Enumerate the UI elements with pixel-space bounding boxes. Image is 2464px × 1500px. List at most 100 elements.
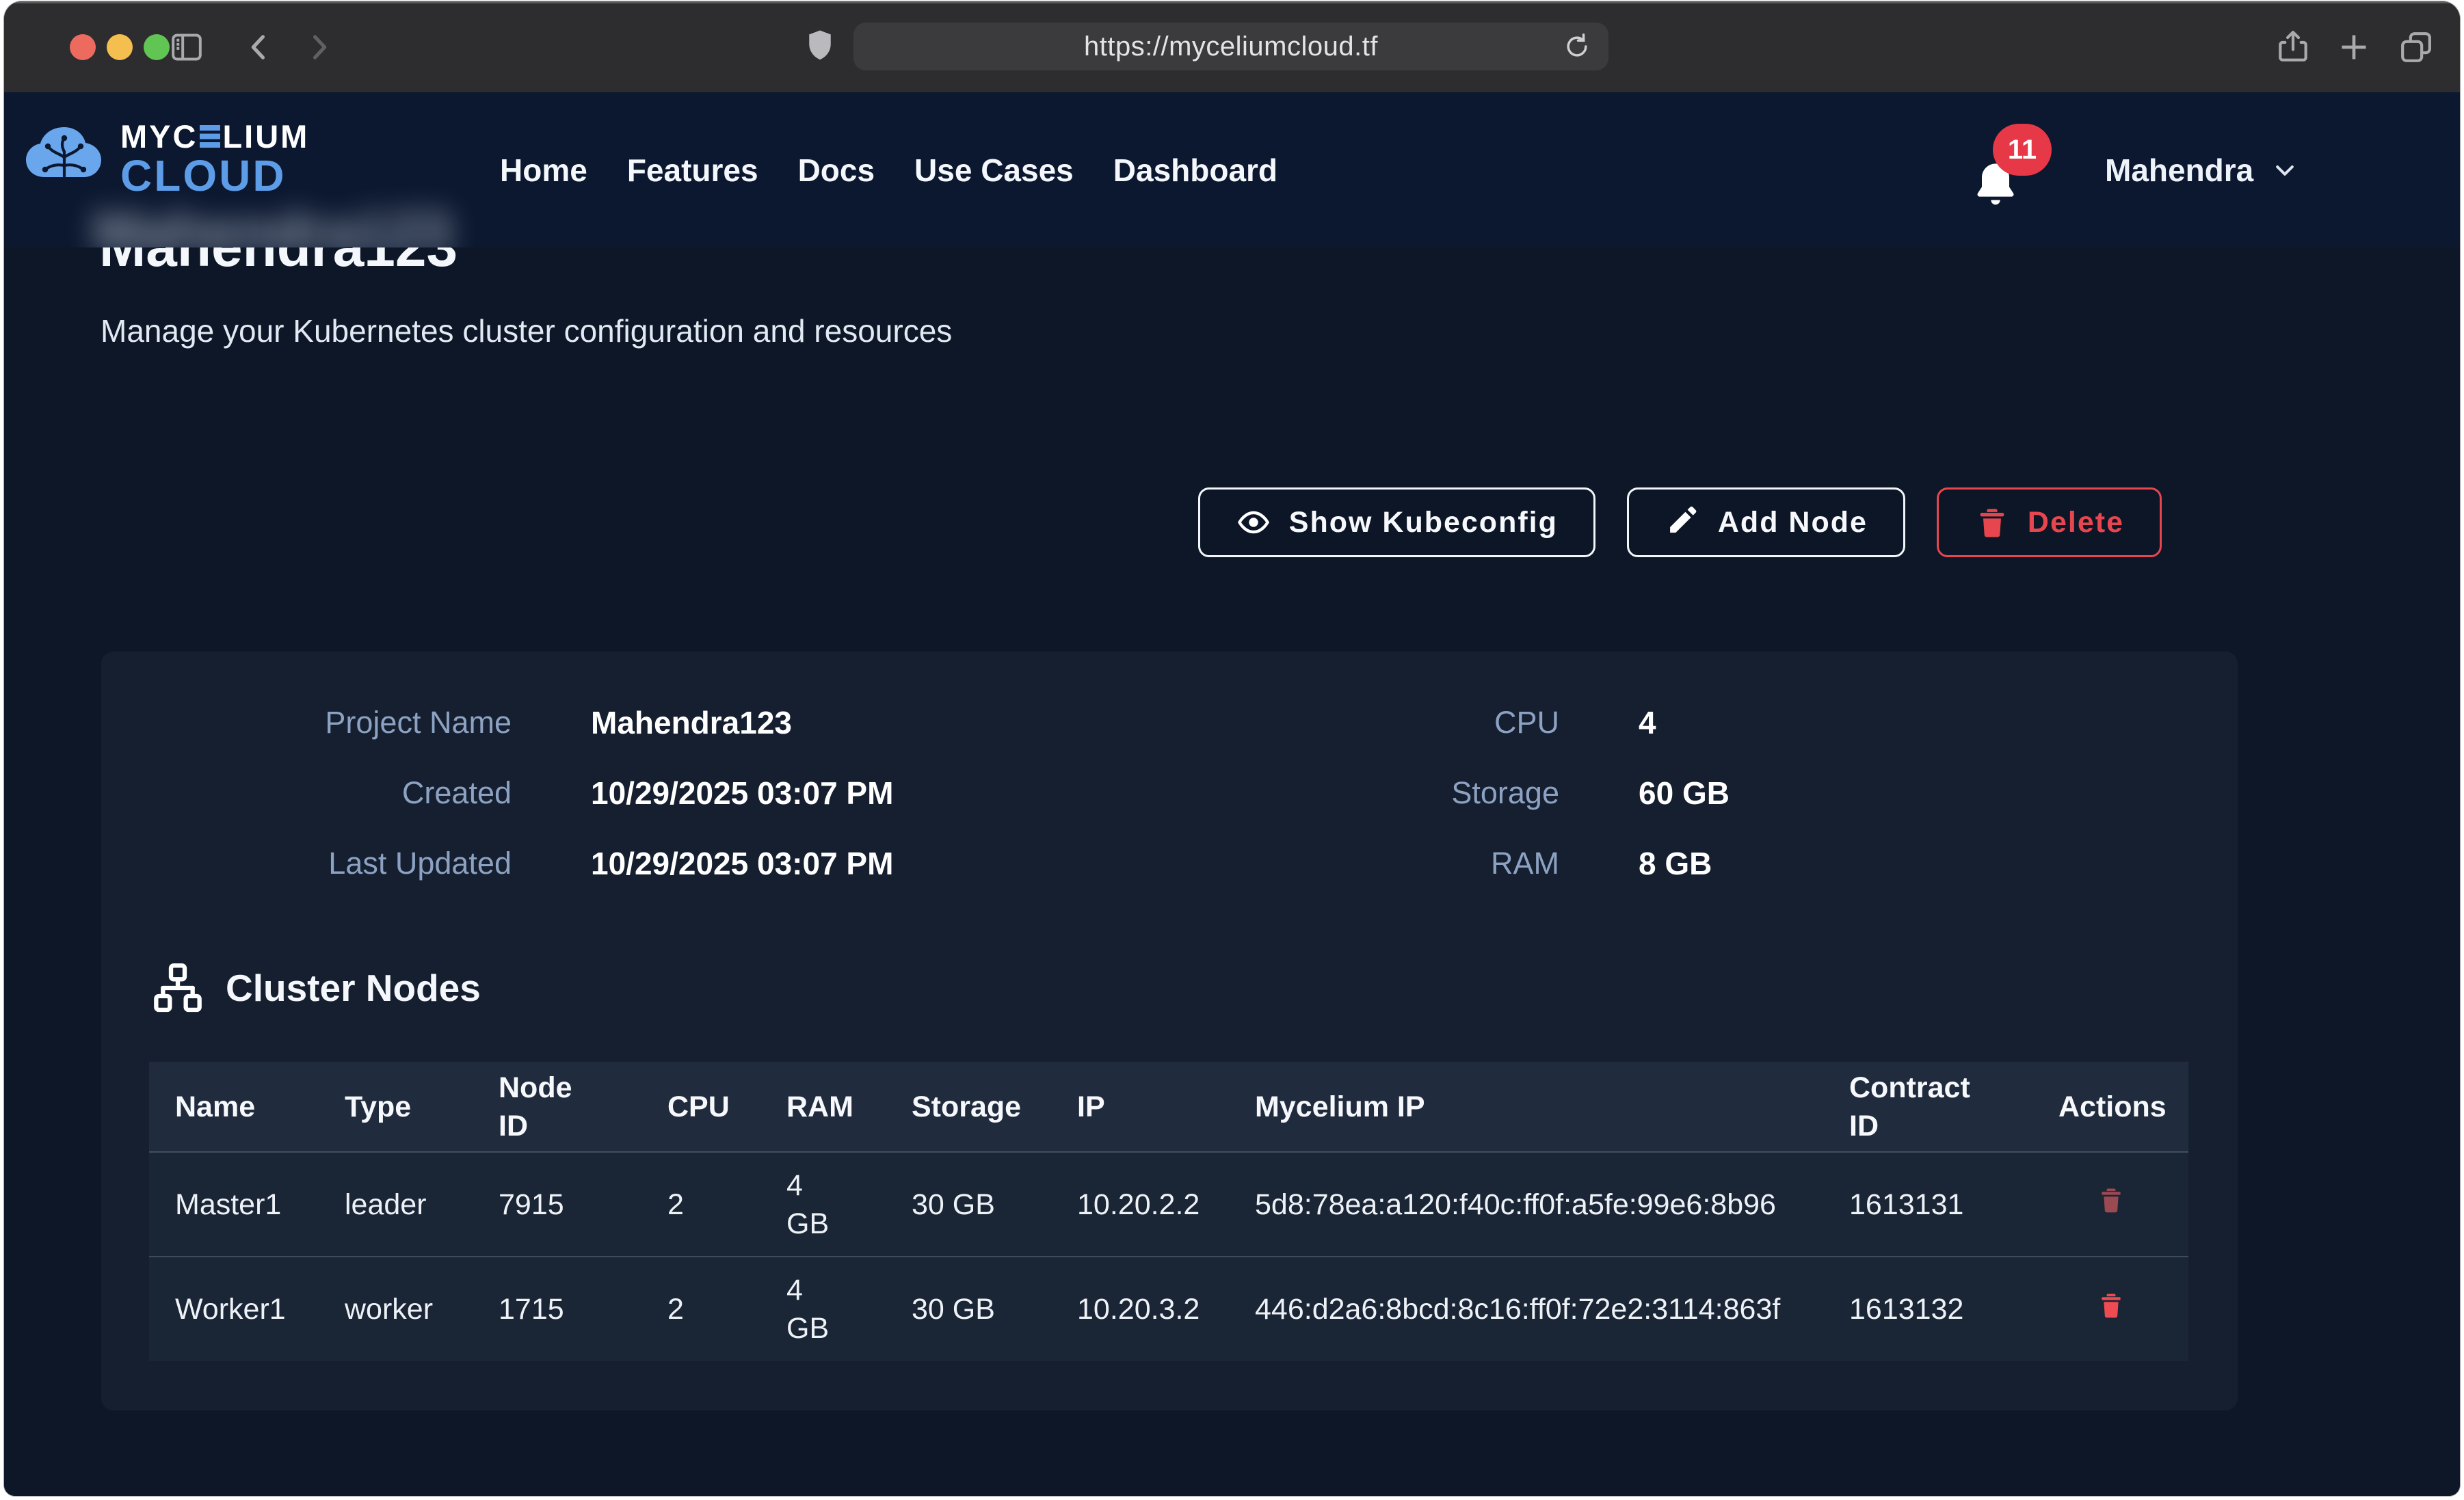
cluster-actions: Show Kubeconfig Add Node Delete [1198,487,2162,557]
title-blur-ghost: Mahendra123 [93,200,451,247]
cell-ip: 10.20.2.2 [1051,1152,1229,1257]
created-label: Created [115,775,512,811]
browser-window: https://myceliumcloud.tf Mahendra123 [4,1,2460,1496]
cluster-detail-card: Project Name Mahendra123 Created 10/29/2… [101,652,2238,1410]
back-button-icon[interactable] [235,23,283,71]
window-close-button[interactable] [70,34,96,60]
user-menu[interactable]: Mahendra [2105,92,2299,247]
cell-contract-id: 1613131 [1823,1152,2032,1257]
cell-actions [2032,1152,2188,1257]
brand-logo[interactable]: MYC LIUM CLOUD [21,118,309,199]
ram-value: 8 GB [1639,845,1712,882]
forward-button-icon[interactable] [295,23,343,71]
privacy-shield-icon[interactable] [796,22,844,70]
nodes-table: Name Type Node ID CPU RAM Storage IP Myc… [149,1062,2188,1361]
cell-cpu: 2 [641,1257,760,1361]
logo-line1-post: LIUM [222,120,309,152]
cluster-hierarchy-icon [150,961,205,1015]
table-header-row: Name Type Node ID CPU RAM Storage IP Myc… [149,1062,2188,1152]
col-type: Type [319,1062,473,1152]
table-row: Worker1 worker 1715 2 4 GB 30 GB 10.20.3… [149,1257,2188,1361]
overview-row: Created 10/29/2025 03:07 PM [115,758,893,828]
main-nav: Home Features Docs Use Cases Dashboard [500,92,1277,247]
overview-right-column: CPU 4 Storage 60 GB RAM 8 GB [1163,687,1730,898]
window-minimize-button[interactable] [107,34,133,60]
cell-actions [2032,1257,2188,1361]
cell-storage: 30 GB [886,1257,1051,1361]
overview-row: Project Name Mahendra123 [115,687,893,758]
address-bar[interactable]: https://myceliumcloud.tf [853,23,1608,70]
user-name: Mahendra [2105,152,2253,189]
delete-cluster-button[interactable]: Delete [1937,487,2162,557]
page-subtitle: Manage your Kubernetes cluster configura… [101,312,952,349]
tab-overview-icon[interactable] [2392,23,2440,71]
pencil-icon [1665,505,1700,540]
cell-type: worker [319,1257,473,1361]
url-text: https://myceliumcloud.tf [1084,31,1378,62]
add-node-label: Add Node [1718,506,1868,539]
cell-mycelium-ip: 446:d2a6:8bcd:8c16:ff0f:72e2:3114:863f [1229,1257,1823,1361]
cell-contract-id: 1613132 [1823,1257,2032,1361]
logo-line1-pre: MYC [120,120,198,152]
col-mycelium-ip: Mycelium IP [1229,1062,1823,1152]
delete-node-button[interactable] [2094,1287,2128,1325]
cell-storage: 30 GB [886,1152,1051,1257]
col-storage: Storage [886,1062,1051,1152]
nav-home[interactable]: Home [500,152,587,189]
cpu-label: CPU [1163,705,1559,740]
storage-value: 60 GB [1639,775,1730,812]
sidebar-toggle-icon[interactable] [163,23,211,71]
logo-e-bars-icon [200,125,220,148]
nav-features[interactable]: Features [627,152,758,189]
logo-line2: CLOUD [120,154,309,198]
cell-ram: 4 GB [760,1152,886,1257]
notification-badge: 11 [1993,124,2052,176]
storage-label: Storage [1163,775,1559,811]
cluster-nodes-title: Cluster Nodes [226,966,481,1010]
overview-left-column: Project Name Mahendra123 Created 10/29/2… [115,687,893,898]
new-tab-icon[interactable] [2330,23,2378,71]
col-ram: RAM [760,1062,886,1152]
overview-row: Last Updated 10/29/2025 03:07 PM [115,828,893,898]
share-icon[interactable] [2269,23,2317,71]
cell-node-id: 7915 [473,1152,641,1257]
eye-icon [1236,505,1271,540]
cell-name: Master1 [149,1152,319,1257]
created-value: 10/29/2025 03:07 PM [591,775,893,812]
trash-icon [2096,1288,2126,1322]
table-row: Master1 leader 7915 2 4 GB 30 GB 10.20.2… [149,1152,2188,1257]
col-name: Name [149,1062,319,1152]
trash-icon [1974,505,2010,540]
reload-icon[interactable] [1562,31,1592,62]
cell-type: leader [319,1152,473,1257]
cell-ip: 10.20.3.2 [1051,1257,1229,1361]
col-ip: IP [1051,1062,1229,1152]
add-node-button[interactable]: Add Node [1627,487,1905,557]
nav-docs[interactable]: Docs [798,152,875,189]
cpu-value: 4 [1639,704,1656,741]
show-kubeconfig-label: Show Kubeconfig [1289,506,1558,539]
project-name-value: Mahendra123 [591,704,792,741]
show-kubeconfig-button[interactable]: Show Kubeconfig [1198,487,1595,557]
nav-use-cases[interactable]: Use Cases [914,152,1074,189]
last-updated-value: 10/29/2025 03:07 PM [591,845,893,882]
delete-node-button[interactable] [2094,1182,2128,1220]
col-cpu: CPU [641,1062,760,1152]
delete-label: Delete [2028,506,2124,539]
col-actions: Actions [2032,1062,2188,1152]
last-updated-label: Last Updated [115,846,512,881]
nav-dashboard[interactable]: Dashboard [1113,152,1277,189]
cell-node-id: 1715 [473,1257,641,1361]
overview-row: RAM 8 GB [1163,828,1730,898]
mycelium-cloud-logo-icon [21,118,108,199]
notifications-button[interactable]: 11 [1964,128,2060,224]
site-header: Mahendra123 MYC LIUM CLOUD [4,92,2460,247]
chevron-down-icon [2271,157,2299,184]
project-name-label: Project Name [115,705,512,740]
overview-row: Storage 60 GB [1163,758,1730,828]
col-node-id: Node ID [473,1062,641,1152]
brand-logo-text: MYC LIUM CLOUD [120,120,309,198]
cell-cpu: 2 [641,1152,760,1257]
main-content: Mahendra123 Manage your Kubernetes clust… [4,92,2460,1496]
ram-label: RAM [1163,846,1559,881]
